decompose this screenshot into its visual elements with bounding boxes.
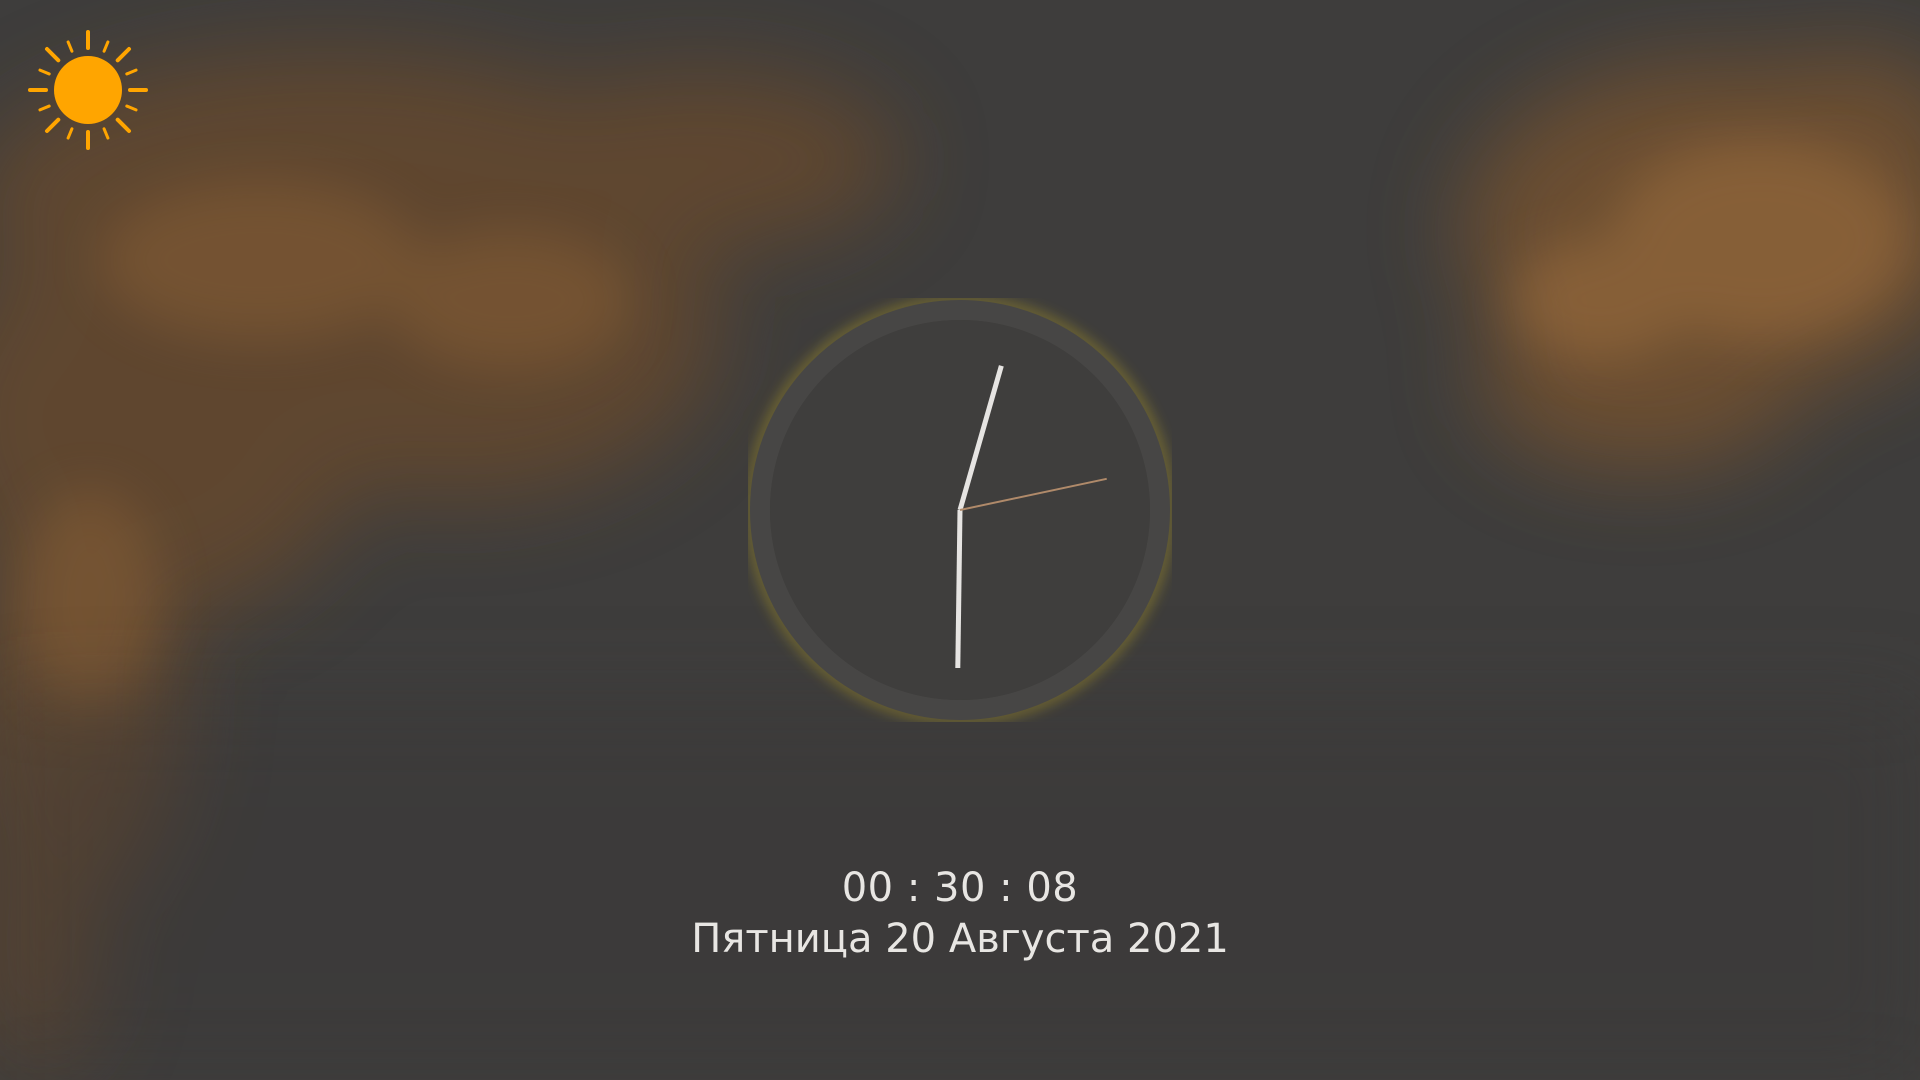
- sun-ray: [125, 104, 138, 112]
- sun-ray: [44, 117, 61, 134]
- sun-ray: [115, 46, 132, 63]
- sun-ray: [66, 40, 74, 53]
- analog-clock: [748, 298, 1172, 722]
- sun-ray: [115, 117, 132, 134]
- digital-time: 00 : 30 : 08: [841, 865, 1079, 911]
- sun-icon: [28, 30, 148, 150]
- sun-ray: [38, 104, 51, 112]
- sun-ray: [102, 127, 110, 140]
- sun-ray: [125, 68, 138, 76]
- screensaver-background: 00 : 30 : 08 Пятница 20 Августа 2021: [0, 0, 1920, 1080]
- sun-ray: [102, 40, 110, 53]
- date-text: Пятница 20 Августа 2021: [691, 916, 1229, 962]
- sun-disc: [54, 56, 122, 124]
- minute-hand: [955, 509, 963, 669]
- sun-ray: [38, 68, 51, 76]
- sun-ray: [44, 46, 61, 63]
- sun-ray: [66, 127, 74, 140]
